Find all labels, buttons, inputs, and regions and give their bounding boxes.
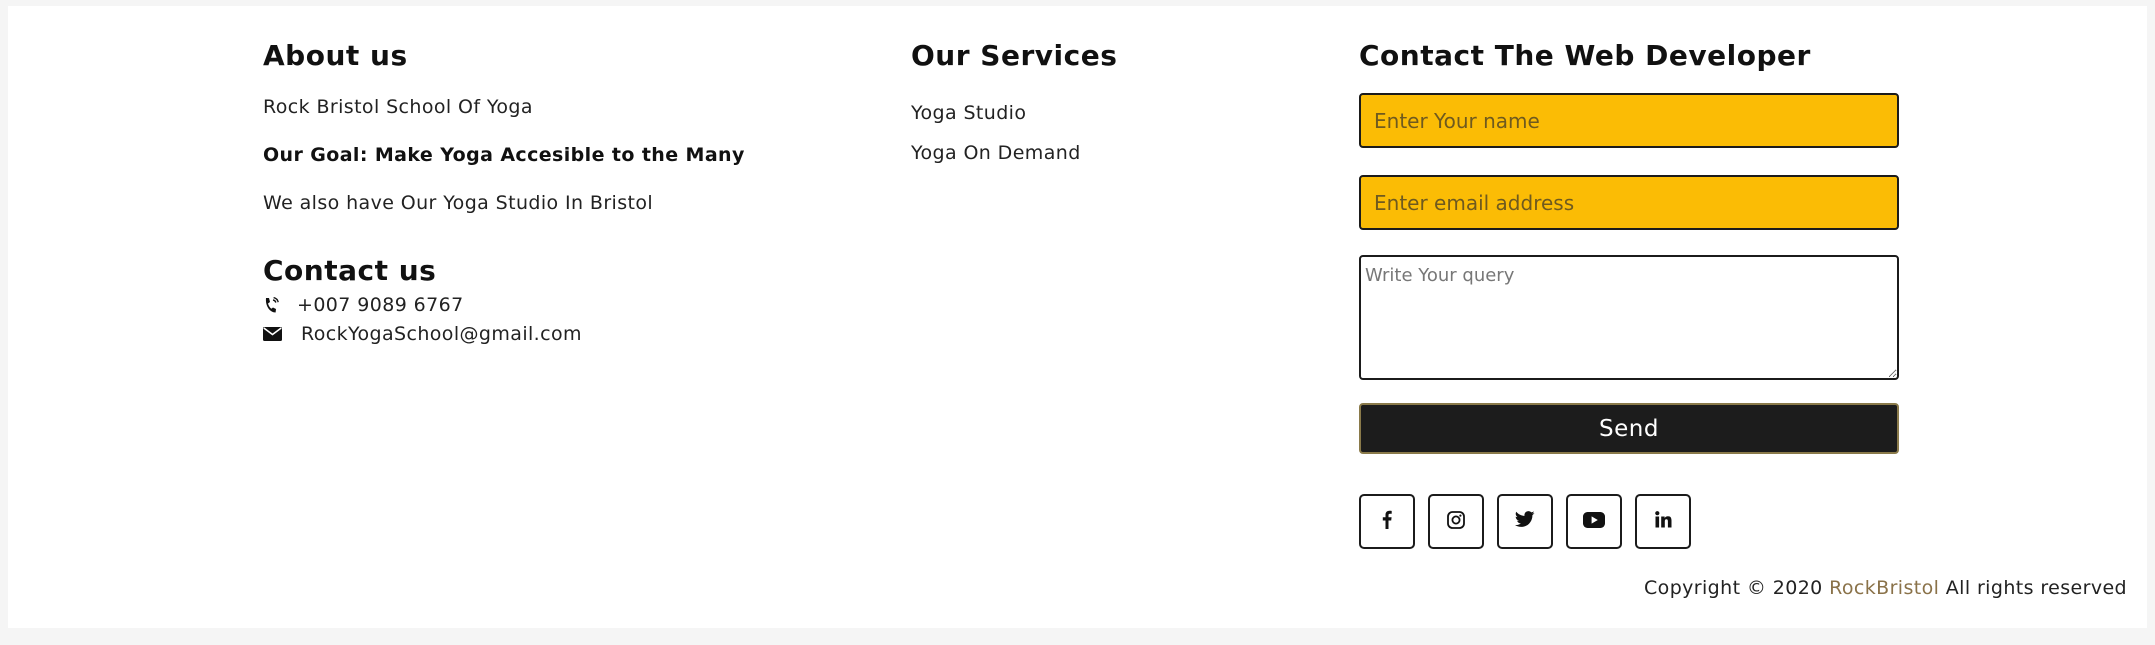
contact-phone: +007 9089 6767 <box>263 294 464 316</box>
twitter-button[interactable] <box>1497 494 1553 549</box>
copyright-brand-link[interactable]: RockBristol <box>1829 577 1939 599</box>
site-footer: About us Rock Bristol School Of Yoga Our… <box>8 6 2147 628</box>
linkedin-icon <box>1654 511 1672 532</box>
youtube-button[interactable] <box>1566 494 1622 549</box>
query-textarea[interactable] <box>1359 255 1899 380</box>
twitter-icon <box>1515 511 1535 532</box>
copyright-prefix: Copyright © 2020 <box>1644 577 1830 599</box>
send-button[interactable]: Send <box>1359 403 1899 454</box>
developer-contact-title: Contact The Web Developer <box>1359 39 1811 72</box>
copyright-suffix: All rights reserved <box>1939 577 2128 599</box>
about-studio-note: We also have Our Yoga Studio In Bristol <box>263 192 654 214</box>
service-link-yoga-studio[interactable]: Yoga Studio <box>911 102 1026 124</box>
contact-email: RockYogaSchool@gmail.com <box>263 323 582 345</box>
about-goal: Our Goal: Make Yoga Accesible to the Man… <box>263 144 745 166</box>
contact-phone-number: +007 9089 6767 <box>297 294 464 316</box>
email-input[interactable] <box>1359 175 1899 230</box>
about-title: About us <box>263 39 408 72</box>
youtube-icon <box>1583 511 1605 532</box>
social-links <box>1359 494 1691 549</box>
contact-title: Contact us <box>263 254 437 287</box>
name-input[interactable] <box>1359 93 1899 148</box>
service-link-yoga-on-demand[interactable]: Yoga On Demand <box>911 142 1081 164</box>
instagram-icon <box>1447 510 1465 533</box>
copyright-notice: Copyright © 2020 RockBristol All rights … <box>1644 577 2127 599</box>
contact-email-address: RockYogaSchool@gmail.com <box>301 323 582 345</box>
about-school-name: Rock Bristol School Of Yoga <box>263 96 533 118</box>
envelope-icon <box>263 327 289 341</box>
phone-icon <box>263 296 285 314</box>
facebook-icon <box>1382 510 1392 533</box>
services-title: Our Services <box>911 39 1118 72</box>
facebook-button[interactable] <box>1359 494 1415 549</box>
linkedin-button[interactable] <box>1635 494 1691 549</box>
instagram-button[interactable] <box>1428 494 1484 549</box>
